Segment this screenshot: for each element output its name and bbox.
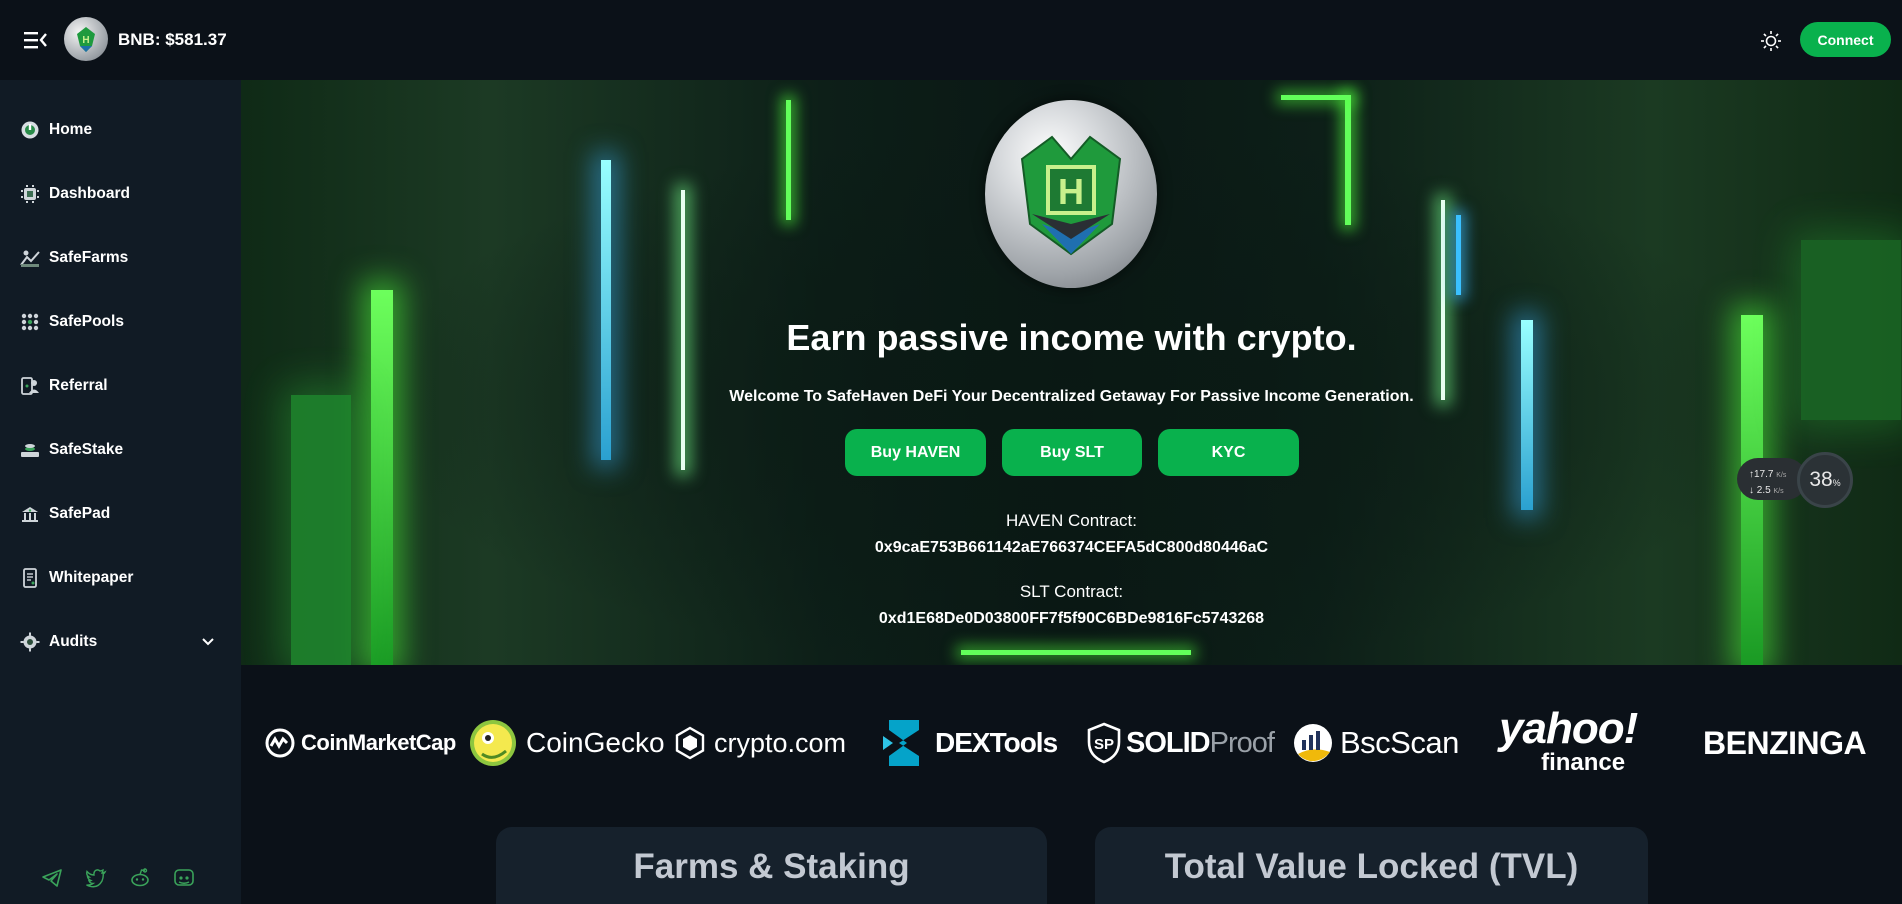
telegram-icon[interactable] <box>40 866 64 890</box>
tvl-card: Total Value Locked (TVL) <box>1095 827 1648 904</box>
sidebar-item-label: SafePad <box>49 505 111 522</box>
benzinga-logo[interactable]: BENZINGA <box>1703 715 1867 771</box>
haven-contract-address[interactable]: 0x9caE753B661142aE766374CEFA5dC800d80446… <box>241 539 1902 557</box>
svg-text:H: H <box>82 35 89 46</box>
safehaven-coin-logo: H <box>985 100 1157 288</box>
solidproof-logo[interactable]: SP SOLID Proof <box>1086 715 1275 771</box>
yahoo-finance-logo[interactable]: yahoo! finance <box>1499 707 1638 777</box>
hero-banner: H Earn passive income with crypto. Welco… <box>241 80 1902 665</box>
reddit-icon[interactable] <box>128 866 152 890</box>
buy-slt-button[interactable]: Buy SLT <box>1002 429 1142 476</box>
sidebar-item-safefarms[interactable]: SafeFarms <box>0 234 241 282</box>
dextools-logo[interactable]: DEXTools <box>879 715 1058 771</box>
svg-text:SP: SP <box>1094 736 1114 753</box>
stake-icon <box>19 439 41 461</box>
sidebar-item-label: Referral <box>49 377 108 394</box>
sidebar-item-label: SafePools <box>49 313 124 330</box>
card-title: Farms & Staking <box>633 847 910 886</box>
sidebar-item-label: Dashboard <box>49 185 130 202</box>
coinmarketcap-logo[interactable]: CoinMarketCap <box>263 715 456 771</box>
launchpad-icon <box>19 503 41 525</box>
audit-icon <box>19 631 41 653</box>
upload-speed: ↑17.7 K/s <box>1749 469 1787 480</box>
crypto-com-logo[interactable]: crypto.com <box>674 715 846 771</box>
hero-light-beam <box>1345 95 1351 225</box>
sidebar-item-dashboard[interactable]: Dashboard <box>0 170 241 218</box>
kyc-button[interactable]: KYC <box>1158 429 1299 476</box>
hero-light-beam <box>1456 215 1461 295</box>
sidebar-item-label: SafeStake <box>49 441 124 458</box>
shield-icon: SP <box>1087 722 1121 764</box>
crypto-com-icon <box>675 726 705 760</box>
hero-title: Earn passive income with crypto. <box>786 317 1357 358</box>
farms-staking-card: Farms & Staking <box>496 827 1047 904</box>
sidebar-item-label: Whitepaper <box>49 569 134 586</box>
sidebar-item-safepad[interactable]: SafePad <box>0 490 241 538</box>
sidebar: Home Dashboard SafeFarms SafePools Refer… <box>0 80 241 904</box>
svg-text:H: H <box>1058 171 1084 212</box>
slt-contract-label: SLT Contract: <box>1019 582 1124 601</box>
pools-icon <box>19 311 41 333</box>
card-title: Total Value Locked (TVL) <box>1164 847 1579 886</box>
network-speed-widget[interactable]: ↑17.7 K/s ↓ 2.5 K/s 38% <box>1737 452 1865 508</box>
download-speed: ↓ 2.5 K/s <box>1749 485 1784 496</box>
top-bar: H BNB: $581.37 Connect <box>0 0 1902 80</box>
hero-light-beam <box>601 160 611 460</box>
sidebar-item-label: SafeFarms <box>49 249 129 266</box>
dashboard-icon <box>19 183 41 205</box>
sidebar-item-safestake[interactable]: SafeStake <box>0 426 241 474</box>
hero-light-beam <box>786 100 791 220</box>
slt-contract-address[interactable]: 0xd1E68De0D03800FF7f5f90C6BDe9816Fc57432… <box>241 610 1902 628</box>
coinmarketcap-icon <box>265 728 295 758</box>
social-links <box>40 866 196 890</box>
sidebar-item-label: Home <box>49 121 93 138</box>
sun-icon[interactable] <box>1760 30 1782 52</box>
home-icon <box>19 119 41 141</box>
twitter-icon[interactable] <box>84 866 108 890</box>
menu-collapse-icon[interactable] <box>24 30 48 50</box>
hero-light-beam <box>1281 95 1351 100</box>
farm-icon <box>19 247 41 269</box>
connect-button[interactable]: Connect <box>1800 22 1891 57</box>
sidebar-item-audits[interactable]: Audits <box>0 618 241 666</box>
hero-light-beam <box>1441 200 1445 400</box>
coingecko-icon <box>470 720 516 766</box>
safehaven-logo: H <box>64 17 108 61</box>
cpu-usage-gauge: 38% <box>1797 452 1853 508</box>
sidebar-item-referral[interactable]: Referral <box>0 362 241 410</box>
sidebar-item-safepools[interactable]: SafePools <box>0 298 241 346</box>
document-icon <box>19 567 41 589</box>
coingecko-logo[interactable]: CoinGecko <box>468 715 665 771</box>
sidebar-item-home[interactable]: Home <box>0 106 241 154</box>
partners-strip: CoinMarketCap CoinGecko crypto.com DEXTo… <box>241 665 1902 822</box>
bscscan-icon <box>1294 724 1332 762</box>
sidebar-item-label: Audits <box>49 633 98 650</box>
bnb-price: BNB: $581.37 <box>118 30 227 49</box>
chevron-down-icon[interactable] <box>200 634 216 650</box>
referral-icon <box>19 375 41 397</box>
dextools-icon <box>883 720 919 766</box>
buy-haven-button[interactable]: Buy HAVEN <box>845 429 986 476</box>
discord-icon[interactable] <box>172 866 196 890</box>
haven-contract-label: HAVEN Contract: <box>1005 511 1137 530</box>
hero-light-beam <box>961 650 1191 655</box>
bscscan-logo[interactable]: BscScan <box>1292 715 1459 771</box>
hero-subtitle: Welcome To SafeHaven DeFi Your Decentral… <box>729 388 1414 405</box>
sidebar-item-whitepaper[interactable]: Whitepaper <box>0 554 241 602</box>
